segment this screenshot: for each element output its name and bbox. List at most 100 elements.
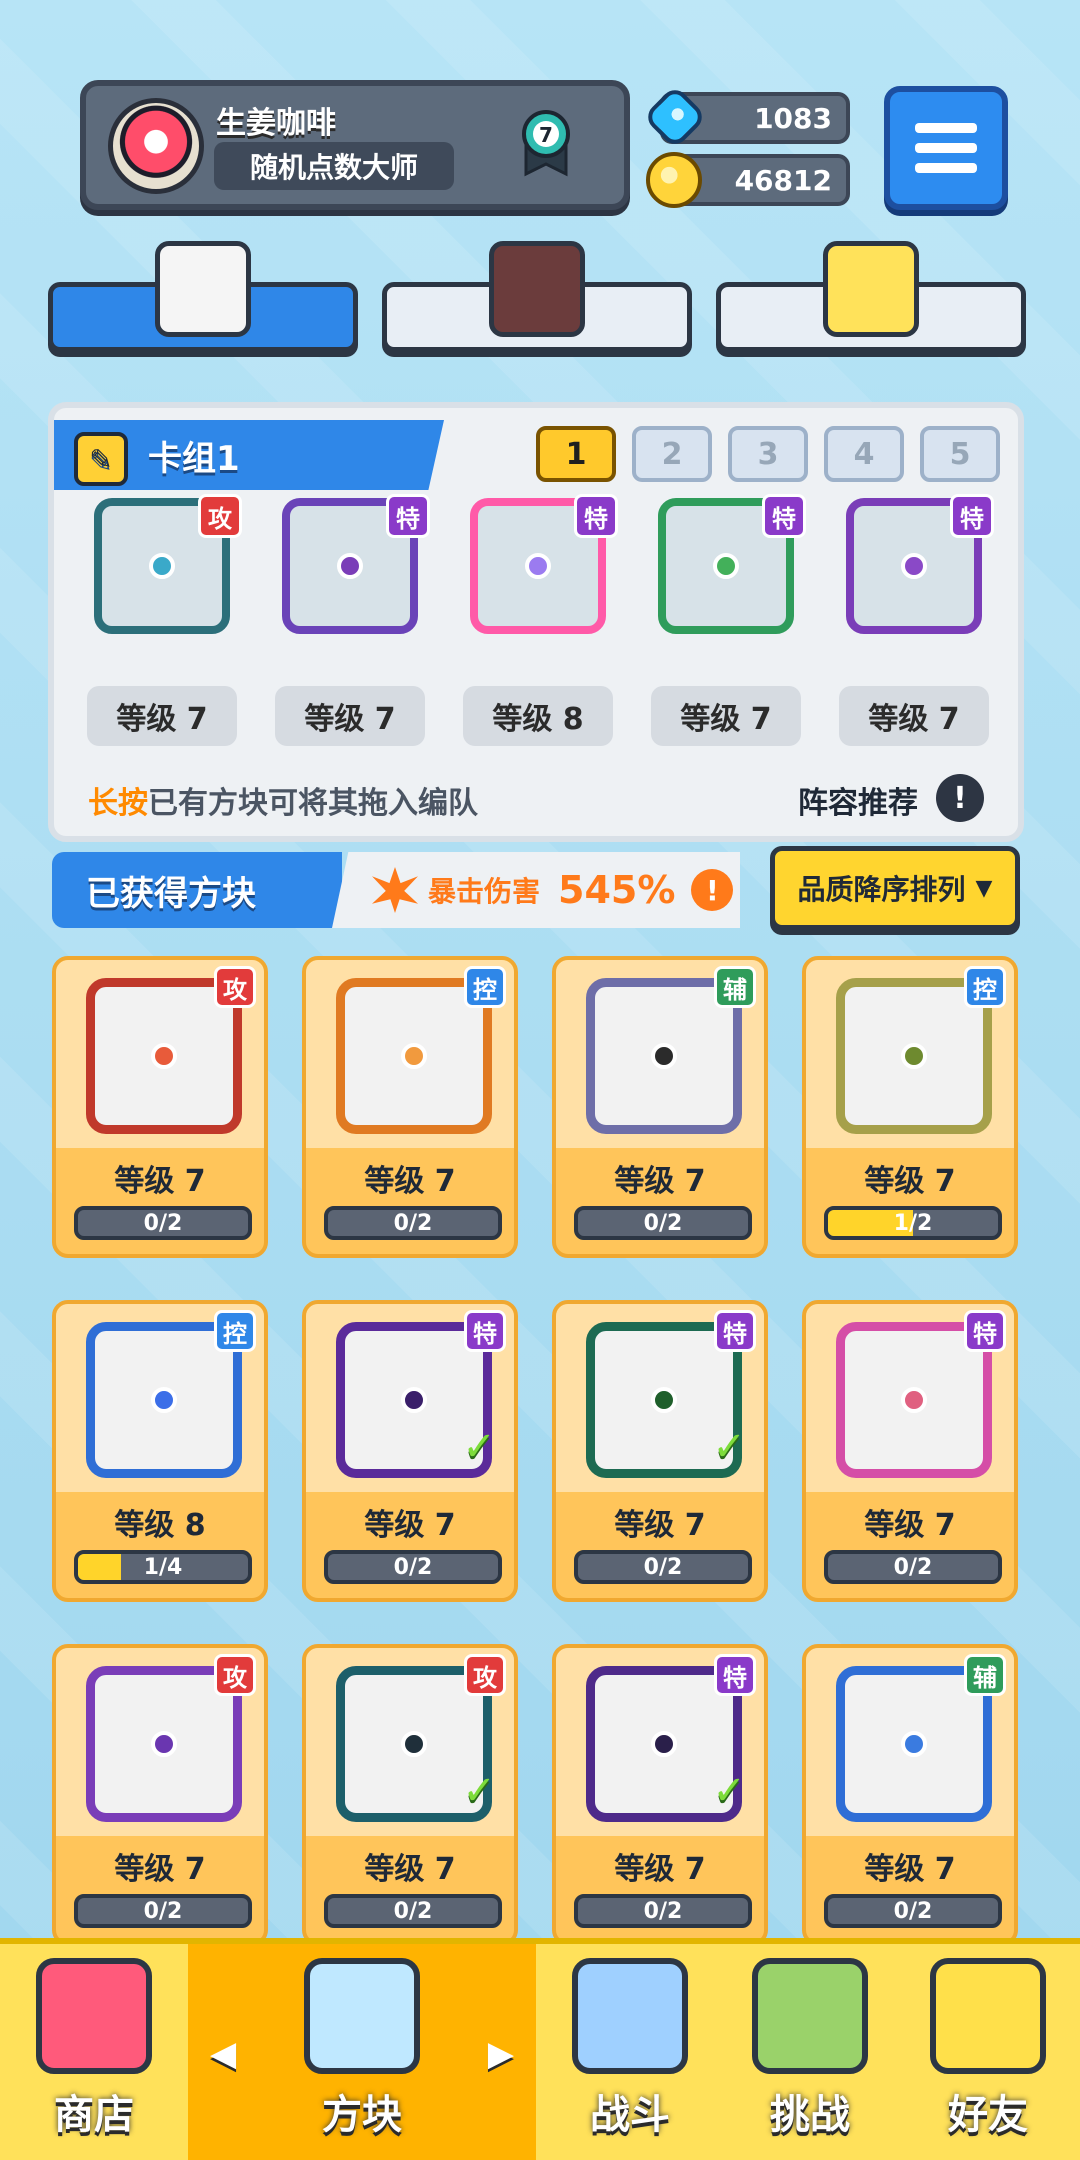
- checkmark-icon: ✓: [462, 1424, 496, 1470]
- sort-label: 品质降序排列: [797, 873, 966, 906]
- block-type-badge: 攻: [464, 1654, 506, 1696]
- shop-icon: [36, 1958, 152, 2074]
- block-dot: [337, 553, 363, 579]
- upgrade-progress: 0/2: [74, 1894, 252, 1928]
- nav-item-5[interactable]: 好友: [896, 1944, 1080, 2160]
- upgrade-progress: 0/2: [574, 1894, 752, 1928]
- block-card[interactable]: 特等级 7 0/2 ✓: [552, 1644, 768, 1946]
- block-level: 等级 7: [364, 1508, 456, 1543]
- progress-text: 0/2: [393, 1898, 433, 1924]
- block-dot: [151, 1731, 177, 1757]
- upgrade-progress: 0/2: [324, 1894, 502, 1928]
- menu-icon-line: [915, 143, 977, 153]
- menu-icon-line: [915, 123, 977, 133]
- deck-title[interactable]: ✎ 卡组1: [54, 420, 444, 490]
- nav-item-1[interactable]: 商店: [0, 1944, 188, 2160]
- deck-card[interactable]: 特: [270, 486, 430, 646]
- deck-tab-2[interactable]: 2: [632, 426, 712, 482]
- deck-panel: ✎ 卡组1 1 2 3 4 5 攻等级 7 特等级 7 特等级 8 特等级 7 特等级 …: [48, 402, 1024, 842]
- nav-item-2[interactable]: 方块 ◀ ▶: [188, 1944, 536, 2160]
- block-type-badge: 攻: [214, 966, 256, 1008]
- block-card[interactable]: 控等级 7 1/2: [802, 956, 1018, 1258]
- upgrade-progress: 0/2: [824, 1550, 1002, 1584]
- block-type-badge: 控: [964, 966, 1006, 1008]
- lineup-recommend-label[interactable]: 阵容推荐: [798, 778, 918, 822]
- block-card[interactable]: 攻等级 7 0/2: [52, 1644, 268, 1946]
- deck-card-level: 等级 7: [275, 686, 425, 746]
- progress-text: 0/2: [143, 1898, 183, 1924]
- deck-tab-1[interactable]: 1: [536, 426, 616, 482]
- block-dot: [901, 1731, 927, 1757]
- board-icon: [489, 241, 585, 337]
- progress-text: 0/2: [393, 1210, 433, 1236]
- arrow-right-icon[interactable]: ▶: [488, 2034, 514, 2074]
- tab-dice[interactable]: [48, 241, 358, 352]
- block-card[interactable]: 特等级 7 0/2: [802, 1300, 1018, 1602]
- deck-card-level: 等级 7: [839, 686, 989, 746]
- avatar[interactable]: [108, 98, 204, 194]
- progress-text: 0/2: [643, 1210, 683, 1236]
- pencil-icon[interactable]: ✎: [74, 432, 128, 486]
- info-icon[interactable]: !: [936, 774, 984, 822]
- nav-item-3[interactable]: 战斗: [536, 1944, 724, 2160]
- upgrade-progress: 1/2: [824, 1206, 1002, 1240]
- block-type-badge: 控: [464, 966, 506, 1008]
- tab-board[interactable]: [382, 241, 692, 352]
- coin-amount: 46812: [734, 163, 832, 197]
- deck-tab-3[interactable]: 3: [728, 426, 808, 482]
- deck-tab-5[interactable]: 5: [920, 426, 1000, 482]
- deck-hint-rest: 已有方块可将其拖入编队: [148, 786, 478, 821]
- block-card[interactable]: 特等级 7 0/2 ✓: [302, 1300, 518, 1602]
- battle-icon: [572, 1958, 688, 2074]
- block-level: 等级 7: [864, 1852, 956, 1887]
- deck-tab-4[interactable]: 4: [824, 426, 904, 482]
- nav-item-4[interactable]: 挑战: [724, 1944, 896, 2160]
- block-card[interactable]: 控等级 8 1/4: [52, 1300, 268, 1602]
- nav-label: 挑战: [770, 2092, 850, 2138]
- coin-counter[interactable]: 46812: [646, 152, 850, 208]
- checkmark-icon: ✓: [712, 1424, 746, 1470]
- block-type-badge: 控: [214, 1310, 256, 1352]
- profile-panel[interactable]: 生姜咖啡 随机点数大师 7: [80, 80, 630, 210]
- block-type-badge: 攻: [198, 494, 242, 538]
- arrow-left-icon[interactable]: ◀: [210, 2034, 236, 2074]
- player-nickname: 生姜咖啡: [216, 106, 336, 141]
- block-level: 等级 7: [864, 1164, 956, 1199]
- progress-text: 0/2: [893, 1554, 933, 1580]
- deck-card[interactable]: 特: [458, 486, 618, 646]
- rank-number: 7: [539, 123, 553, 147]
- block-dot: [401, 1731, 427, 1757]
- nav-label: 战斗: [590, 2092, 670, 2138]
- block-dot: [401, 1387, 427, 1413]
- sort-button[interactable]: 品质降序排列 ▼: [770, 846, 1020, 930]
- block-dot: [901, 1387, 927, 1413]
- block-dot: [651, 1387, 677, 1413]
- block-card[interactable]: 特等级 7 0/2 ✓: [552, 1300, 768, 1602]
- rank-badge-icon[interactable]: 7: [520, 108, 572, 178]
- obtained-blocks-tab[interactable]: 已获得方块: [52, 852, 342, 928]
- deck-card[interactable]: 特: [646, 486, 806, 646]
- menu-button[interactable]: [884, 86, 1008, 210]
- nav-label: 好友: [948, 2092, 1028, 2138]
- progress-text: 0/2: [643, 1898, 683, 1924]
- block-type-badge: 特: [464, 1310, 506, 1352]
- block-card[interactable]: 辅等级 7 0/2: [552, 956, 768, 1258]
- block-level: 等级 7: [114, 1852, 206, 1887]
- gem-counter[interactable]: 1083: [642, 84, 850, 150]
- deck-card[interactable]: 攻: [82, 486, 242, 646]
- upgrade-progress: 0/2: [824, 1894, 1002, 1928]
- block-card[interactable]: 攻等级 7 0/2 ✓: [302, 1644, 518, 1946]
- tab-face[interactable]: [716, 241, 1026, 352]
- challenge-icon: [752, 1958, 868, 2074]
- crit-damage-bar[interactable]: 暴击伤害 545% !: [332, 852, 740, 928]
- progress-text: 0/2: [143, 1210, 183, 1236]
- menu-icon-line: [915, 163, 977, 173]
- block-card[interactable]: 控等级 7 0/2: [302, 956, 518, 1258]
- caret-down-icon: ▼: [975, 875, 993, 901]
- nav-label: 方块: [322, 2092, 402, 2138]
- info-icon[interactable]: !: [691, 869, 734, 911]
- upgrade-progress: 1/4: [74, 1550, 252, 1584]
- block-card[interactable]: 攻等级 7 0/2: [52, 956, 268, 1258]
- block-card[interactable]: 辅等级 7 0/2: [802, 1644, 1018, 1946]
- deck-card[interactable]: 特: [834, 486, 994, 646]
